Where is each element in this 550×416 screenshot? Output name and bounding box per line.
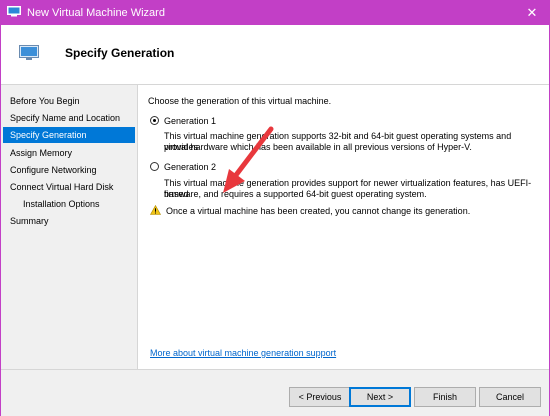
nav-item-before-you-begin[interactable]: Before You Begin xyxy=(3,93,135,109)
generation-prompt: Choose the generation of this virtual ma… xyxy=(148,96,332,106)
nav-item-summary[interactable]: Summary xyxy=(3,213,135,229)
finish-button[interactable]: Finish xyxy=(414,387,476,407)
warning-text: Once a virtual machine has been created,… xyxy=(166,206,471,216)
nav-item-connect-virtual-hard-disk[interactable]: Connect Virtual Hard Disk xyxy=(3,179,135,195)
nav-item-configure-networking[interactable]: Configure Networking xyxy=(3,162,135,178)
close-icon: ✕ xyxy=(526,5,538,20)
wizard-body: Before You Begin Specify Name and Locati… xyxy=(1,85,549,369)
nav-item-specify-name-location[interactable]: Specify Name and Location xyxy=(3,110,135,126)
title-bar[interactable]: New Virtual Machine Wizard ✕ xyxy=(1,1,549,25)
cancel-button[interactable]: Cancel xyxy=(479,387,541,407)
red-annotation-arrow xyxy=(223,126,274,193)
page-title: Specify Generation xyxy=(65,46,175,60)
hyper-v-app-icon xyxy=(7,6,21,17)
wizard-footer: < Previous Next > Finish Cancel xyxy=(1,369,549,416)
wizard-header: Specify Generation xyxy=(1,25,549,85)
generation-2-radio[interactable] xyxy=(150,162,159,171)
wizard-steps-nav: Before You Begin Specify Name and Locati… xyxy=(1,85,138,369)
close-button[interactable]: ✕ xyxy=(515,1,549,25)
wizard-window: New Virtual Machine Wizard ✕ Specify Gen… xyxy=(0,0,550,416)
virtual-machine-icon xyxy=(19,45,39,60)
nav-item-installation-options[interactable]: Installation Options xyxy=(3,196,135,212)
window-title: New Virtual Machine Wizard xyxy=(27,7,165,19)
next-button[interactable]: Next > xyxy=(349,387,411,407)
generation-content: Choose the generation of this virtual ma… xyxy=(148,85,538,369)
generation-1-radio[interactable] xyxy=(150,116,159,125)
generation-support-link[interactable]: More about virtual machine generation su… xyxy=(150,348,336,358)
generation-2-label[interactable]: Generation 2 xyxy=(164,162,216,172)
warning-icon xyxy=(150,205,161,215)
previous-button[interactable]: < Previous xyxy=(289,387,351,407)
generation-1-label[interactable]: Generation 1 xyxy=(164,116,216,126)
nav-item-specify-generation[interactable]: Specify Generation xyxy=(3,127,135,143)
nav-item-assign-memory[interactable]: Assign Memory xyxy=(3,145,135,161)
